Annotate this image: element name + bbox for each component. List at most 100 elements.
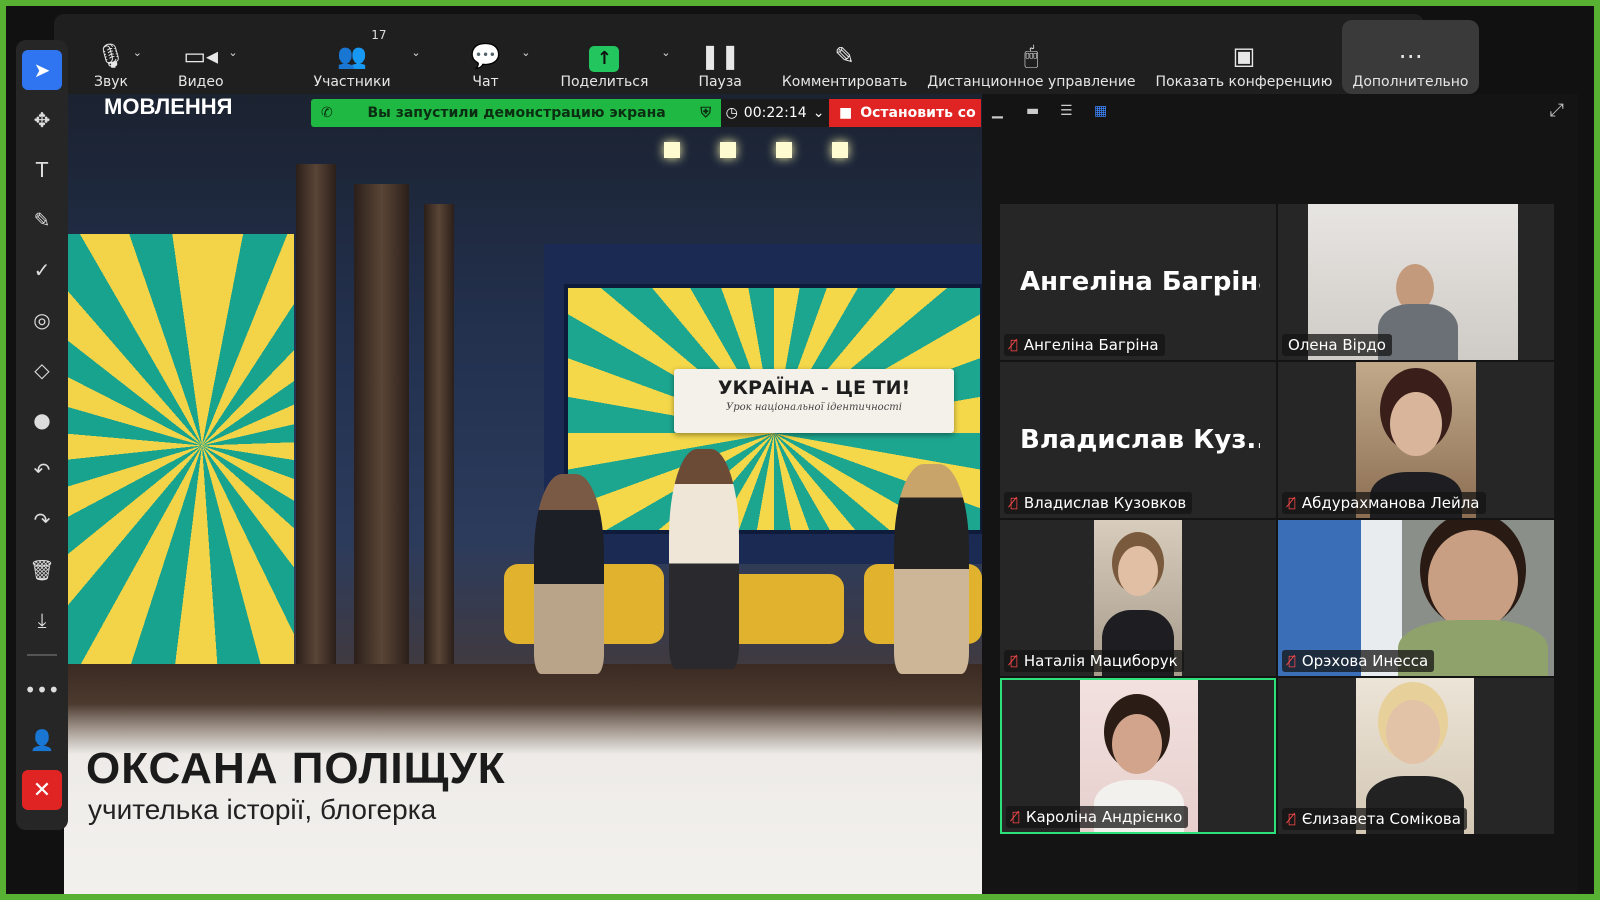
shared-video: МОВЛЕННЯ УКРАЇНА - ЦЕ ТИ! Урок національ… [64,94,982,894]
view-switcher: ▁ ▬ ☰ ▦ [992,104,1114,118]
share-screen-icon: ↑ [589,38,620,74]
host-person [534,474,604,674]
channel-logo: МОВЛЕННЯ [104,94,233,119]
share-timer[interactable]: ◷ 00:22:14 ⌄ [721,99,829,127]
guest-person [669,449,739,669]
pencil-icon: ✎ [834,42,855,70]
mouse-icon: 🖱 [1024,42,1039,70]
spotlight-icon: ◎ [33,308,51,332]
participants-button[interactable]: 👥 17 Участники ⌄ [304,14,421,94]
meeting-toolbar: 🎙 Звук ⌄ ▭◂ Видео ⌄ 👥 17 Участники ⌄ 💬 Ч… [54,14,1479,94]
mic-off-icon: 🎙̸ [1012,809,1020,825]
pause-share-button[interactable]: ❚❚ Пауза [688,14,751,94]
participant-nametag: 🎙̸ Наталія Мациборук [1004,650,1184,672]
annotate-button[interactable]: ✎ Комментировать [772,14,917,94]
participant-tile[interactable]: 🎙̸ Орэхова Инесса [1278,520,1554,676]
participant-tile[interactable]: Ангеліна Багріна 🎙̸ Ангеліна Багріна [1000,204,1276,360]
person-icon: 👤 [29,728,55,752]
color-dot-icon: ● [33,408,51,432]
spotlight-tool[interactable]: ◎ [22,300,62,340]
chevron-down-icon: ⌄ [812,105,825,121]
chevron-down-icon[interactable]: ⌄ [228,46,237,59]
mic-off-icon: 🎙̸ [1010,653,1018,669]
participant-nametag: Олена Вірдо [1282,334,1392,356]
participant-tile[interactable]: Владислав Куз... 🎙̸ Владислав Кузовков [1000,362,1276,518]
participant-tile-active-speaker[interactable]: 🎙̸ Кароліна Андрієнко [1000,678,1276,834]
cursor-icon: ➤ [33,58,51,82]
participant-gallery: ▁ ▬ ☰ ▦ ⤢ Ангеліна Багріна 🎙̸ Ангеліна Б… [982,94,1578,894]
video-button[interactable]: ▭◂ Видео ⌄ [168,14,238,94]
move-icon: ✥ [33,108,51,132]
show-title: УКРАЇНА - ЦЕ ТИ! [717,377,911,399]
annotation-toolbar: ➤ ✥ T ✎ ✓ ◎ ◇ ● ↶ ↷ 🗑 ⤓ ••• 👤 ✕ [16,40,68,830]
stamp-tool[interactable]: ✓ [22,250,62,290]
download-icon: ⤓ [37,608,47,632]
audio-button[interactable]: 🎙 Звук ⌄ [84,14,142,94]
participant-tile[interactable]: 🎙̸ Єлизавета Сомікова [1278,678,1554,834]
undo-button[interactable]: ↶ [22,450,62,490]
minimize-icon[interactable]: ▁ [992,104,1012,118]
draw-tool[interactable]: ✎ [22,200,62,240]
move-tool[interactable]: ✥ [22,100,62,140]
mic-off-icon: 🎙̸ [1288,811,1296,827]
redo-button[interactable]: ↷ [22,500,62,540]
undo-icon: ↶ [33,458,51,482]
eraser-icon: ◇ [34,358,50,382]
shield-icon: ⛨ [700,105,712,121]
close-annotation-button[interactable]: ✕ [22,770,62,810]
chat-button[interactable]: 💬 Чат ⌄ [461,14,531,94]
speaker-role: учителька історії, блогерка [88,794,437,825]
participant-tile[interactable]: 🎙̸ Абдурахманова Лейла [1278,362,1554,518]
more-icon: ••• [24,678,60,702]
participant-count: 17 [371,28,387,42]
save-button[interactable]: ⤓ [22,600,62,640]
gallery-view-icon[interactable]: ▦ [1094,104,1114,118]
annotator-name-button[interactable]: 👤 [22,720,62,760]
mic-off-icon: 🎙̸ [1288,653,1296,669]
share-status: ✆ Вы запустили демонстрацию экрана ⛨ [311,99,721,127]
chevron-down-icon[interactable]: ⌄ [411,46,420,59]
participant-nametag: 🎙̸ Кароліна Андрієнко [1006,806,1189,828]
share-status-bar: ✆ Вы запустили демонстрацию экрана ⛨ ◷ 0… [311,99,981,127]
mic-off-icon: 🎙̸ [1288,495,1296,511]
more-tools-button[interactable]: ••• [22,670,62,710]
more-icon: ⋯ [1398,42,1423,70]
expand-icon[interactable]: ⤢ [1550,100,1564,121]
speaker-person [894,464,969,674]
chevron-down-icon[interactable]: ⌄ [133,46,142,59]
stop-icon: ■ [839,105,853,121]
trash-icon: 🗑 [29,558,55,582]
text-tool[interactable]: T [22,150,62,190]
eraser-tool[interactable]: ◇ [22,350,62,390]
strip-view-icon[interactable]: ☰ [1060,104,1080,118]
participant-tile[interactable]: Олена Вірдо [1278,204,1554,360]
participant-nametag: 🎙̸ Абдурахманова Лейла [1282,492,1486,514]
clear-button[interactable]: 🗑 [22,550,62,590]
checkmark-icon: ✓ [33,258,51,282]
more-button[interactable]: ⋯ Дополнительно [1342,20,1479,94]
left-studio-screen [64,234,294,704]
participant-nametag: 🎙̸ Владислав Кузовков [1004,492,1193,514]
clock-icon: ◷ [725,105,738,121]
chevron-down-icon[interactable]: ⌄ [661,46,670,59]
stop-share-button[interactable]: ■ Остановить со [829,99,981,127]
mic-off-icon: 🎙̸ [1010,495,1018,511]
share-button[interactable]: ↑ Поделиться ⌄ [550,14,670,94]
chevron-down-icon[interactable]: ⌄ [521,46,530,59]
pen-icon: ✎ [33,208,51,232]
phone-icon: ✆ [321,105,333,121]
pause-icon: ❚❚ [700,42,741,70]
microphone-icon: 🎙 [95,42,127,70]
participant-tile[interactable]: 🎙̸ Наталія Мациборук [1000,520,1276,676]
speaker-view-icon[interactable]: ▬ [1026,104,1046,118]
chat-icon: 💬 [470,42,501,70]
show-meeting-button[interactable]: ▣ Показать конференцию [1146,14,1343,94]
mic-off-icon: 🎙̸ [1010,337,1018,353]
screen-share-frame: МОВЛЕННЯ УКРАЇНА - ЦЕ ТИ! Урок національ… [0,0,1600,900]
remote-control-button[interactable]: 🖱 Дистанционное управление [917,14,1145,94]
camera-icon: ▭◂ [183,42,219,70]
select-tool[interactable]: ➤ [22,50,62,90]
meeting-window-icon: ▣ [1232,42,1256,70]
show-subtitle: Урок національної ідентичності [726,402,902,413]
color-tool[interactable]: ● [22,400,62,440]
